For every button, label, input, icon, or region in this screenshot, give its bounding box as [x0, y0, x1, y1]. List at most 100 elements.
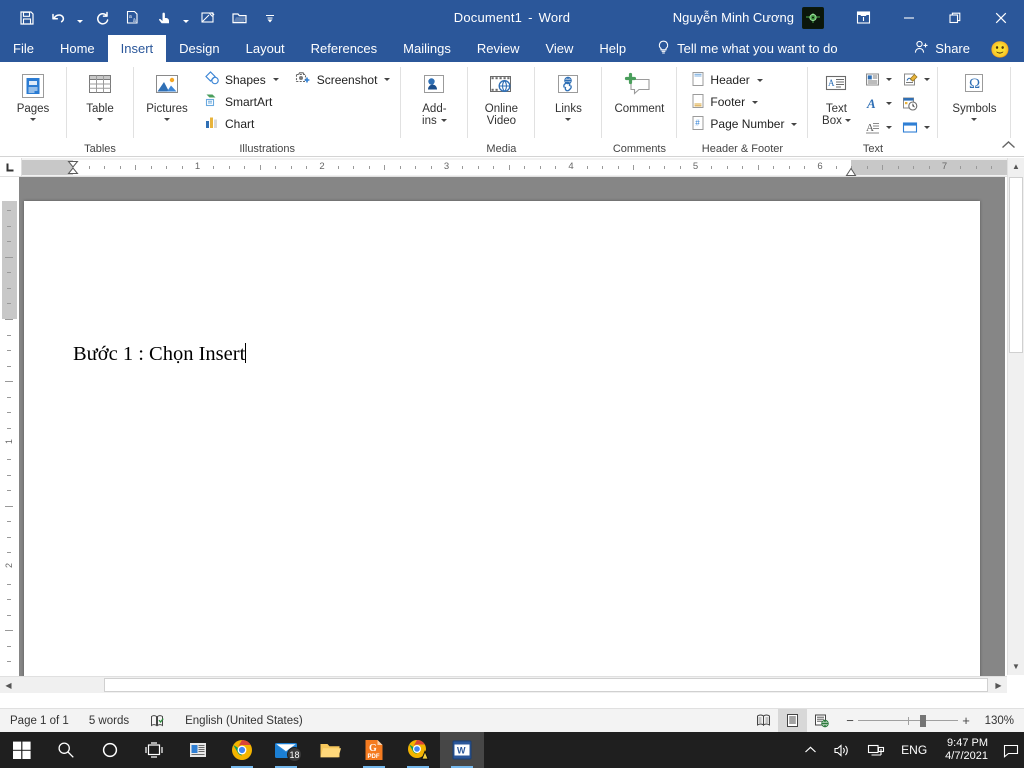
tab-references[interactable]: References [298, 35, 390, 62]
object-dropdown-icon[interactable] [921, 116, 932, 139]
chrome-icon[interactable] [220, 732, 264, 768]
view-read-mode[interactable] [749, 709, 778, 733]
collapse-ribbon-icon[interactable] [1001, 138, 1016, 153]
shapes-dropdown-icon[interactable] [272, 78, 279, 81]
ruler-track[interactable]: 1 2 3 4 5 6 7 [22, 159, 1024, 177]
table-dropdown-icon[interactable] [97, 118, 103, 121]
table-button[interactable]: Table [72, 66, 128, 122]
text-box-dropdown-icon[interactable] [844, 119, 851, 122]
notifications-icon[interactable] [998, 732, 1024, 768]
page-number-dropdown-icon[interactable] [791, 122, 798, 126]
horizontal-scrollbar[interactable]: ◀ ▶ [0, 676, 1007, 693]
screenshot-button[interactable]: Screenshot [290, 69, 396, 90]
new-comment-icon[interactable] [193, 5, 223, 31]
tab-insert[interactable]: Insert [107, 35, 167, 62]
symbols-button[interactable]: Ω Symbols [943, 66, 1005, 122]
scroll-left-icon[interactable]: ◀ [0, 677, 17, 693]
tab-layout[interactable]: Layout [233, 35, 298, 62]
screenshot-dropdown-icon[interactable] [384, 78, 391, 81]
right-indent-marker[interactable] [845, 165, 857, 177]
spelling-grammar-icon[interactable]: aậ [118, 5, 148, 31]
add-ins-dropdown-icon[interactable] [440, 119, 447, 122]
online-video-button[interactable]: Online Video [473, 66, 529, 128]
pictures-button[interactable]: Pictures [139, 66, 195, 122]
input-language-indicator[interactable]: ENG [893, 732, 935, 768]
zoom-slider[interactable]: − + [842, 713, 974, 728]
pages-dropdown-icon[interactable] [30, 118, 36, 121]
mail-icon[interactable]: 18 [264, 732, 308, 768]
header-dropdown-icon[interactable] [756, 78, 763, 82]
share-button[interactable]: Share [906, 35, 978, 62]
date-time-button[interactable] [899, 92, 921, 115]
signature-line-button[interactable] [899, 68, 921, 91]
start-button[interactable] [0, 732, 44, 768]
feedback-smiley-icon[interactable]: 🙂 [990, 40, 1010, 60]
tab-design[interactable]: Design [166, 35, 232, 62]
tab-review[interactable]: Review [464, 35, 533, 62]
proofing-errors-icon[interactable] [139, 709, 175, 733]
show-hidden-icons-chevron-icon[interactable] [796, 732, 825, 768]
footer-button[interactable]: Footer [686, 92, 802, 113]
page-number-button[interactable]: # Page Number [686, 114, 802, 135]
chart-button[interactable]: Chart [199, 113, 395, 134]
search-icon[interactable] [44, 732, 88, 768]
zoom-track[interactable] [858, 714, 958, 728]
tell-me-search[interactable]: Tell me what you want to do [647, 35, 847, 62]
vertical-ruler[interactable]: 12 [0, 177, 19, 693]
view-web-layout[interactable] [807, 709, 836, 733]
links-dropdown-icon[interactable] [565, 118, 572, 121]
add-ins-button[interactable]: Add-ins [406, 66, 462, 128]
vertical-scrollbar[interactable]: ▲ ▼ [1007, 158, 1024, 675]
status-word-count[interactable]: 5 words [79, 709, 139, 733]
volume-icon[interactable] [825, 732, 859, 768]
pdf-icon[interactable]: PDF G [352, 732, 396, 768]
drop-cap-dropdown-icon[interactable] [883, 116, 894, 139]
top-margin-area[interactable] [2, 201, 17, 319]
pages-button[interactable]: Pages [5, 66, 61, 122]
task-view-icon[interactable] [132, 732, 176, 768]
pictures-dropdown-icon[interactable] [164, 118, 170, 121]
left-margin-area[interactable] [22, 159, 73, 175]
document-page[interactable]: Bước 1 : Chọn Insert [24, 201, 980, 693]
avatar[interactable] [802, 6, 824, 29]
zoom-in-button[interactable]: + [958, 713, 974, 728]
shapes-button[interactable]: Shapes [199, 69, 284, 90]
undo-dropdown-icon[interactable] [74, 5, 86, 31]
tab-mailings[interactable]: Mailings [390, 35, 464, 62]
smartart-button[interactable]: SmartArt [199, 91, 395, 112]
user-account-name[interactable]: Nguyễn Minh Cương [673, 10, 794, 25]
tab-help[interactable]: Help [586, 35, 639, 62]
redo-icon[interactable] [87, 5, 117, 31]
document-paragraph[interactable]: Bước 1 : Chọn Insert [73, 343, 247, 366]
close-button[interactable] [978, 0, 1024, 35]
vertical-scroll-thumb[interactable] [1009, 177, 1023, 353]
zoom-thumb[interactable] [920, 714, 926, 727]
ribbon-display-options-icon[interactable] [840, 0, 886, 35]
network-icon[interactable] [859, 732, 893, 768]
zoom-out-button[interactable]: − [842, 713, 858, 728]
customize-quick-access-icon[interactable] [255, 5, 285, 31]
word-icon[interactable]: W [440, 732, 484, 768]
links-button[interactable]: Links [540, 66, 596, 122]
view-print-layout[interactable] [778, 708, 807, 733]
file-explorer-icon[interactable] [308, 732, 352, 768]
quick-parts-dropdown-icon[interactable] [883, 68, 894, 91]
restore-button[interactable] [932, 0, 978, 35]
signature-line-dropdown-icon[interactable] [921, 68, 932, 91]
scroll-up-icon[interactable]: ▲ [1008, 158, 1024, 175]
header-button[interactable]: Header [686, 70, 802, 91]
tab-view[interactable]: View [532, 35, 586, 62]
touch-mode-dropdown-icon[interactable] [180, 5, 192, 31]
news-icon[interactable] [176, 732, 220, 768]
clock[interactable]: 9:47 PM 4/7/2021 [935, 732, 998, 768]
horizontal-ruler[interactable]: 1 2 3 4 5 6 7 [0, 158, 1024, 177]
status-language[interactable]: English (United States) [175, 709, 313, 733]
status-page-number[interactable]: Page 1 of 1 [0, 709, 79, 733]
wordart-button[interactable]: A [861, 92, 883, 115]
scroll-down-icon[interactable]: ▼ [1008, 658, 1024, 675]
document-canvas[interactable]: Bước 1 : Chọn Insert [19, 177, 1005, 693]
tab-file[interactable]: File [0, 35, 47, 62]
open-icon[interactable] [224, 5, 254, 31]
scroll-right-icon[interactable]: ▶ [990, 677, 1007, 693]
minimize-button[interactable] [886, 0, 932, 35]
